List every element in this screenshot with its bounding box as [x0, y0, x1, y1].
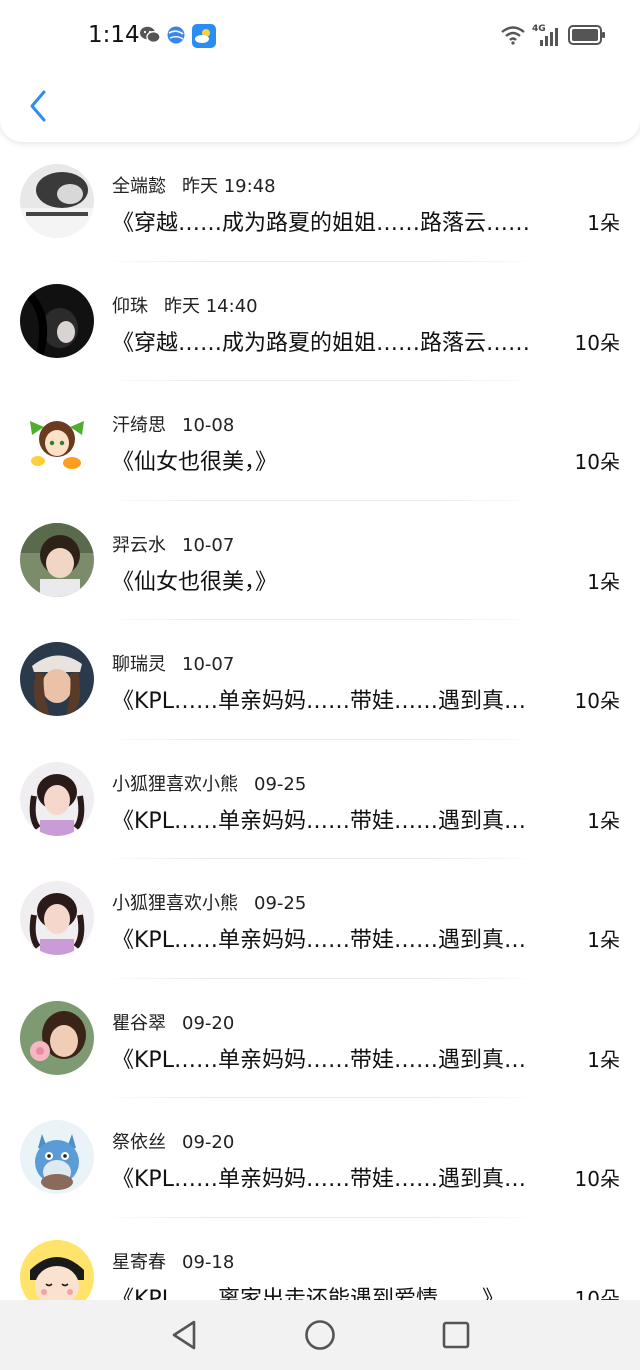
- item-meta: 全端懿 昨天 19:48: [112, 172, 276, 198]
- book-title[interactable]: 《仙女也很美，》: [112, 564, 568, 596]
- user-name[interactable]: 汗绮思: [112, 415, 166, 436]
- circle-home-icon[interactable]: [303, 1318, 337, 1352]
- screen: 1:14 4G 全端懿 昨天 19:48 《穿越……成为路夏的姐姐……路落云………: [0, 0, 640, 1370]
- book-title[interactable]: 《KPL……单亲妈妈……带娃……遇到真…: [112, 1042, 568, 1074]
- browser-icon: [166, 25, 186, 49]
- item-date: 09-18: [182, 1251, 235, 1273]
- user-name[interactable]: 聊瑞灵: [112, 654, 166, 675]
- list-item[interactable]: 仰珠 昨天 14:40 《穿越……成为路夏的姐姐……路落云…… 10朵: [0, 262, 640, 381]
- flower-count: 10朵: [574, 1167, 620, 1191]
- avatar[interactable]: [20, 283, 94, 358]
- weather-icon: [192, 24, 216, 52]
- flower-count: 1朵: [587, 808, 620, 833]
- flower-count: 10朵: [574, 330, 620, 355]
- book-title[interactable]: 《穿越……成为路夏的姐姐……路落云……: [112, 325, 568, 357]
- item-date: 昨天 19:48: [182, 176, 276, 197]
- signal-icon: 4G: [532, 24, 562, 48]
- avatar[interactable]: [20, 1000, 94, 1075]
- status-right: 4G: [500, 24, 606, 50]
- list-item[interactable]: 羿云水 10-07 《仙女也很美，》 1朵: [0, 501, 640, 620]
- item-meta: 羿云水 10-07: [112, 531, 234, 557]
- item-meta: 小狐狸喜欢小熊 09-25: [112, 889, 306, 915]
- book-title[interactable]: 《穿越……成为路夏的姐姐……路落云……: [112, 205, 568, 237]
- book-title[interactable]: 《KPL……单亲妈妈……带娃……遇到真…: [112, 1161, 568, 1193]
- item-date: 10-08: [182, 415, 235, 436]
- gift-list: 全端懿 昨天 19:48 《穿越……成为路夏的姐姐……路落云…… 1朵 仰珠 昨天 …: [0, 142, 640, 1337]
- battery-icon: [568, 24, 606, 50]
- flower-count: 1朵: [587, 1047, 620, 1072]
- item-date: 10-07: [182, 654, 235, 675]
- back-button[interactable]: [18, 88, 58, 128]
- item-meta: 仰珠 昨天 14:40: [112, 292, 258, 318]
- list-item[interactable]: 汗绮思 10-08 《仙女也很美，》 10朵: [0, 381, 640, 501]
- avatar[interactable]: [20, 522, 94, 597]
- triangle-back-icon[interactable]: [167, 1318, 201, 1352]
- network-type-label: 4G: [532, 24, 546, 34]
- user-name[interactable]: 全端懿: [112, 176, 166, 197]
- chevron-left-icon: [27, 89, 49, 127]
- item-date: 09-25: [254, 773, 307, 795]
- item-meta: 小狐狸喜欢小熊 09-25: [112, 770, 306, 796]
- item-date: 昨天 14:40: [164, 295, 258, 317]
- avatar[interactable]: [20, 1120, 94, 1194]
- avatar[interactable]: [20, 642, 94, 716]
- wechat-icon: [139, 25, 161, 49]
- item-date: 09-20: [182, 1132, 235, 1153]
- status-time: 1:14: [88, 22, 140, 48]
- user-name[interactable]: 瞿谷翠: [112, 1013, 166, 1034]
- item-date: 09-20: [182, 1012, 235, 1034]
- flower-count: 1朵: [587, 569, 620, 594]
- wifi-icon: [500, 25, 526, 49]
- avatar[interactable]: [20, 881, 94, 955]
- list-item[interactable]: 聊瑞灵 10-07 《KPL……单亲妈妈……带娃……遇到真… 10朵: [0, 620, 640, 740]
- header: 1:14 4G: [0, 0, 640, 142]
- avatar[interactable]: [20, 403, 94, 477]
- list-item[interactable]: 祭依丝 09-20 《KPL……单亲妈妈……带娃……遇到真… 10朵: [0, 1098, 640, 1218]
- book-title[interactable]: 《KPL……单亲妈妈……带娃……遇到真…: [112, 683, 568, 715]
- user-name[interactable]: 小狐狸喜欢小熊: [112, 774, 238, 795]
- flower-count: 1朵: [587, 211, 620, 235]
- list-item[interactable]: 全端懿 昨天 19:48 《穿越……成为路夏的姐姐……路落云…… 1朵: [0, 142, 640, 262]
- item-meta: 汗绮思 10-08: [112, 411, 234, 437]
- item-meta: 瞿谷翠 09-20: [112, 1009, 234, 1035]
- avatar[interactable]: [20, 164, 94, 238]
- item-meta: 祭依丝 09-20: [112, 1128, 234, 1154]
- item-date: 10-07: [182, 534, 235, 556]
- user-name[interactable]: 祭依丝: [112, 1132, 166, 1153]
- user-name[interactable]: 小狐狸喜欢小熊: [112, 893, 238, 914]
- flower-count: 10朵: [574, 689, 620, 713]
- item-date: 09-25: [254, 893, 307, 914]
- square-recents-icon[interactable]: [439, 1318, 473, 1352]
- flower-count: 1朵: [587, 928, 620, 952]
- book-title[interactable]: 《KPL……单亲妈妈……带娃……遇到真…: [112, 922, 568, 954]
- flower-count: 10朵: [574, 450, 620, 474]
- system-nav-bar: [0, 1300, 640, 1370]
- avatar[interactable]: [20, 761, 94, 836]
- list-item[interactable]: 小狐狸喜欢小熊 09-25 《KPL……单亲妈妈……带娃……遇到真… 1朵: [0, 740, 640, 859]
- user-name[interactable]: 羿云水: [112, 535, 166, 556]
- user-name[interactable]: 星寄春: [112, 1252, 166, 1273]
- item-meta: 星寄春 09-18: [112, 1248, 234, 1274]
- user-name[interactable]: 仰珠: [112, 296, 148, 317]
- book-title[interactable]: 《仙女也很美，》: [112, 444, 568, 476]
- list-item[interactable]: 小狐狸喜欢小熊 09-25 《KPL……单亲妈妈……带娃……遇到真… 1朵: [0, 859, 640, 979]
- item-meta: 聊瑞灵 10-07: [112, 650, 234, 676]
- book-title[interactable]: 《KPL……单亲妈妈……带娃……遇到真…: [112, 803, 568, 835]
- list-item[interactable]: 瞿谷翠 09-20 《KPL……单亲妈妈……带娃……遇到真… 1朵: [0, 979, 640, 1098]
